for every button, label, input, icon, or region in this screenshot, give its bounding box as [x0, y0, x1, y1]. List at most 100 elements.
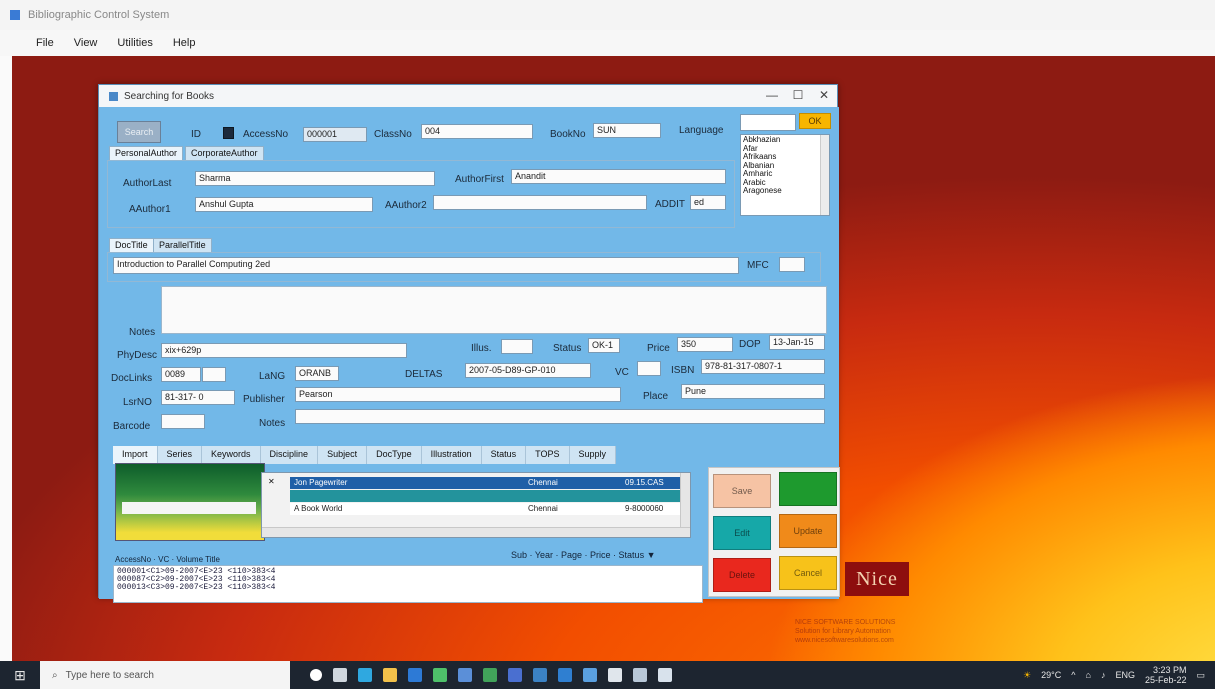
author-last-label: AuthorLast: [123, 178, 172, 189]
file-explorer-icon[interactable]: [383, 668, 397, 682]
taskbar-search[interactable]: ⌕ Type here to search: [40, 661, 290, 689]
tab-parallel-title[interactable]: ParallelTitle: [153, 238, 212, 252]
illus-input[interactable]: [501, 339, 533, 354]
edit-button[interactable]: Edit: [713, 516, 771, 550]
weather-icon[interactable]: ☀: [1023, 670, 1031, 681]
tab-import[interactable]: Import: [113, 446, 158, 464]
vc-input[interactable]: [637, 361, 661, 376]
app-icon[interactable]: [633, 668, 647, 682]
deltas-input[interactable]: 2007-05-D89-GP-010: [465, 363, 591, 378]
app-icon[interactable]: [608, 668, 622, 682]
delete-button[interactable]: Delete: [713, 558, 771, 592]
doclinks-extra-input[interactable]: [202, 367, 226, 382]
tab-discipline[interactable]: Discipline: [260, 446, 319, 464]
add-button[interactable]: [779, 472, 837, 506]
language-list[interactable]: Abkhazian Afar Afrikaans Albanian Amhari…: [740, 134, 830, 216]
place-label: Place: [643, 391, 669, 402]
grid-cell: Jon Pagewriter: [294, 478, 348, 487]
grid-close-icon[interactable]: ✕: [268, 477, 275, 486]
word-icon[interactable]: [508, 668, 522, 682]
author2-input[interactable]: [433, 195, 647, 210]
accession-row[interactable]: 000013<C3>09-2007<E>23 <110>383<4: [117, 584, 699, 592]
menu-help[interactable]: Help: [173, 37, 196, 49]
child-title: Searching for Books: [124, 90, 215, 102]
tab-keywords[interactable]: Keywords: [202, 446, 261, 464]
isbn-input[interactable]: 978-81-317-0807-1: [701, 359, 825, 374]
addit-input[interactable]: ed: [690, 195, 726, 210]
notes2-input[interactable]: [295, 409, 825, 424]
price-input[interactable]: 350: [677, 337, 733, 352]
place-input[interactable]: Pune: [681, 384, 825, 399]
app-icon[interactable]: [658, 668, 672, 682]
tab-series[interactable]: Series: [157, 446, 203, 464]
windows-start-icon[interactable]: ⊞: [0, 661, 40, 689]
edge-icon[interactable]: [358, 668, 372, 682]
notes-textarea[interactable]: [161, 286, 827, 334]
mail-icon[interactable]: [458, 668, 472, 682]
thumbnail-bar: [122, 502, 256, 514]
title-input[interactable]: Introduction to Parallel Computing 2ed: [113, 257, 739, 274]
accession-input[interactable]: 000001: [303, 127, 367, 142]
lsrno-input[interactable]: 81-317- 0: [161, 390, 235, 405]
doclinks-input[interactable]: 0089: [161, 367, 201, 382]
menu-file[interactable]: File: [36, 37, 54, 49]
publisher-grid[interactable]: ✕ Jon Pagewriter Chennai 09.15.CAS A Boo…: [261, 472, 691, 538]
app-icon[interactable]: [558, 668, 572, 682]
weather-temp[interactable]: 29°C: [1041, 670, 1061, 680]
search-button[interactable]: Search: [117, 121, 161, 143]
author-last-input[interactable]: Sharma: [195, 171, 435, 186]
tab-doc-title[interactable]: DocTitle: [109, 238, 154, 252]
barcode-input[interactable]: [161, 414, 205, 429]
notification-icon[interactable]: ▭: [1196, 670, 1205, 681]
class-input[interactable]: 004: [421, 124, 533, 139]
minimize-button[interactable]: —: [759, 87, 785, 103]
save-button[interactable]: Save: [713, 474, 771, 508]
volume-icon[interactable]: ♪: [1101, 670, 1106, 680]
phydesc-input[interactable]: xix+629p: [161, 343, 407, 358]
tab-doctype[interactable]: DocType: [367, 446, 422, 464]
store-icon[interactable]: [408, 668, 422, 682]
book-no-input[interactable]: SUN: [593, 123, 661, 138]
mfc-input[interactable]: [779, 257, 805, 272]
grid-row[interactable]: A Book World Chennai 9-8000060: [290, 503, 682, 515]
update-button[interactable]: Update: [779, 514, 837, 548]
close-button[interactable]: ✕: [811, 87, 837, 103]
tab-subject[interactable]: Subject: [318, 446, 368, 464]
lang-indicator[interactable]: ENG: [1115, 670, 1135, 680]
publisher-input[interactable]: Pearson: [295, 387, 621, 402]
tab-tops[interactable]: TOPS: [526, 446, 570, 464]
lang-input[interactable]: ORANB: [295, 366, 339, 381]
calculator-icon[interactable]: [533, 668, 547, 682]
status-input[interactable]: OK-1: [588, 338, 620, 353]
menu-view[interactable]: View: [74, 37, 98, 49]
grid-horizontal-scrollbar[interactable]: [262, 527, 690, 537]
clock[interactable]: 3:23 PM 25-Feb-22: [1145, 665, 1187, 685]
menu-utilities[interactable]: Utilities: [117, 37, 152, 49]
dop-input[interactable]: 13-Jan-15: [769, 335, 825, 350]
tab-personal-author[interactable]: PersonalAuthor: [109, 146, 184, 160]
language-item[interactable]: Aragonese: [743, 186, 827, 196]
excel-icon[interactable]: [483, 668, 497, 682]
tab-corporate-author[interactable]: CorporateAuthor: [185, 146, 264, 160]
app-icon[interactable]: [583, 668, 597, 682]
tab-status[interactable]: Status: [481, 446, 527, 464]
author1-input[interactable]: Anshul Gupta: [195, 197, 373, 212]
language-scrollbar[interactable]: [820, 135, 829, 215]
language-ok-button[interactable]: OK: [799, 113, 831, 129]
app-title: Bibliographic Control System: [28, 9, 170, 21]
network-icon[interactable]: ⌂: [1086, 670, 1091, 680]
author-first-input[interactable]: Anandit: [511, 169, 726, 184]
task-view-icon[interactable]: [333, 668, 347, 682]
cancel-button[interactable]: Cancel: [779, 556, 837, 590]
tab-supply[interactable]: Supply: [569, 446, 617, 464]
chrome-icon[interactable]: [433, 668, 447, 682]
tray-chevron-icon[interactable]: ^: [1071, 670, 1075, 680]
id-checkbox[interactable]: [223, 127, 234, 139]
cortana-icon[interactable]: [310, 669, 322, 681]
maximize-button[interactable]: ☐: [785, 87, 811, 103]
tab-illustration[interactable]: Illustration: [421, 446, 482, 464]
language-search-input[interactable]: [740, 114, 796, 131]
accession-list[interactable]: 000001<C1>09-2007<E>23 <110>383<4 000087…: [113, 565, 703, 603]
grid-row[interactable]: Jon Pagewriter Chennai 09.15.CAS: [290, 477, 682, 489]
grid-row[interactable]: [290, 490, 682, 502]
